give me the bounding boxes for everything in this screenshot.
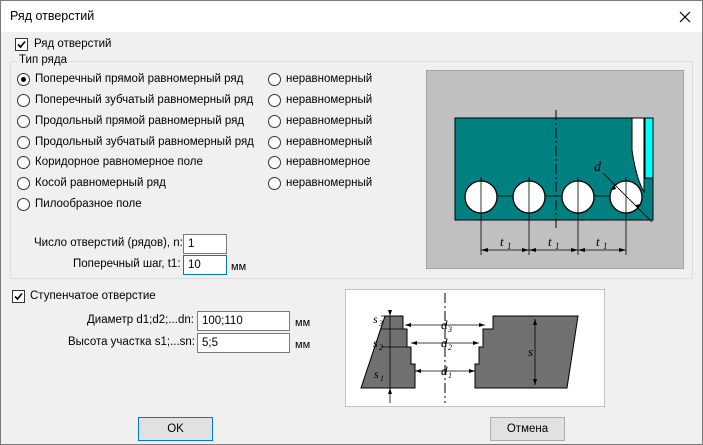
radio-label: Продольный зубчатый равномерный ряд [35,136,254,148]
radio-sawtooth-field[interactable] [17,198,30,211]
radio-label: неравномерный [286,73,373,85]
window-title: Ряд отверстий [10,9,95,23]
checkmark-icon [17,40,26,49]
radio-nonuniform-3[interactable] [268,115,281,128]
radio-nonuniform-5[interactable] [268,156,281,169]
row-checkbox[interactable] [15,38,28,51]
radio-label: неравномерный [286,177,373,189]
radio-nonuniform-6[interactable] [268,177,281,190]
dialog-window: Ряд отверстий Ряд отверстий Тип ряда Поп… [0,0,703,445]
checkmark-icon [14,292,23,301]
t-sub-label: 1 [507,241,512,251]
radio-label: Продольный прямой равномерный ряд [35,115,245,127]
diameter-label: Диаметр d1;d2;...dn: [87,314,194,326]
row-type-legend: Тип ряда [17,54,69,66]
radio-transverse-straight[interactable] [17,73,30,86]
height-label: Высота участка s1;...sn: [68,336,195,348]
radio-label: Поперечный прямой равномерный ряд [35,73,244,85]
radio-label: Коридорное равномерное поле [35,156,203,168]
radio-label: Косой равномерный ряд [35,177,166,189]
radio-nonuniform-2[interactable] [268,94,281,107]
radio-longitudinal-straight[interactable] [17,115,30,128]
radio-transverse-zigzag[interactable] [17,94,30,107]
d3-label: d [441,317,448,332]
d3-sub-label: 3 [447,325,452,334]
t-label: t [596,234,600,249]
t-label: t [500,234,504,249]
d2-sub-label: 2 [448,343,452,352]
radio-label: неравномерный [286,94,373,106]
diameter-input[interactable]: 100;110 [197,311,290,331]
hole-count-label: Число отверстий (рядов), n: [34,237,183,249]
t-sub-label: 1 [555,241,560,251]
pitch-unit: мм [231,261,247,273]
radio-longitudinal-zigzag[interactable] [17,136,30,149]
t-sub-label: 1 [603,241,608,251]
radio-label: Пилообразное поле [35,198,142,210]
d1-label: d [441,363,448,378]
radio-nonuniform-1[interactable] [268,73,281,86]
s2-sub-label: 2 [379,343,383,352]
radio-label: неравномерное [286,156,371,168]
s1-sub-label: 1 [380,374,384,383]
radio-oblique-row[interactable] [17,177,30,190]
s2-label: s [373,336,378,350]
close-icon [679,11,691,22]
row-checkbox-label: Ряд отверстий [34,38,112,50]
diameter-unit: мм [295,317,311,329]
d-label: d [594,160,602,175]
s1-label: s [374,367,379,381]
title-bar: Ряд отверстий [1,1,702,32]
hole-count-input[interactable]: 1 [183,234,227,254]
stepped-hole-label: Ступенчатое отверстие [30,290,156,302]
t-label: t [548,234,552,249]
radio-nonuniform-4[interactable] [268,136,281,149]
radio-label: неравномерный [286,136,373,148]
d2-label: d [441,335,448,350]
height-unit: мм [295,339,311,351]
d1-sub-label: 1 [448,371,452,380]
row-diagram: d t 1 t 1 t 1 [426,70,684,269]
radio-label: неравномерный [286,115,373,127]
s-label: s [528,344,533,359]
pitch-input[interactable]: 10 [183,255,227,275]
cancel-button[interactable]: Отмена [490,417,565,441]
radio-corridor-field[interactable] [17,156,30,169]
s3-sub-label: 3 [378,319,383,328]
pitch-label: Поперечный шаг, t1: [73,258,181,270]
ok-button[interactable]: OK [138,417,213,441]
stepped-diagram: s 3 s 2 s 1 d 3 d 2 d 1 s [345,289,605,407]
s3-label: s [373,312,378,326]
stepped-hole-checkbox[interactable] [12,290,25,303]
height-input[interactable]: 5;5 [197,333,290,353]
radio-label: Поперечный зубчатый равномерный ряд [35,94,254,106]
close-button[interactable] [670,2,700,31]
